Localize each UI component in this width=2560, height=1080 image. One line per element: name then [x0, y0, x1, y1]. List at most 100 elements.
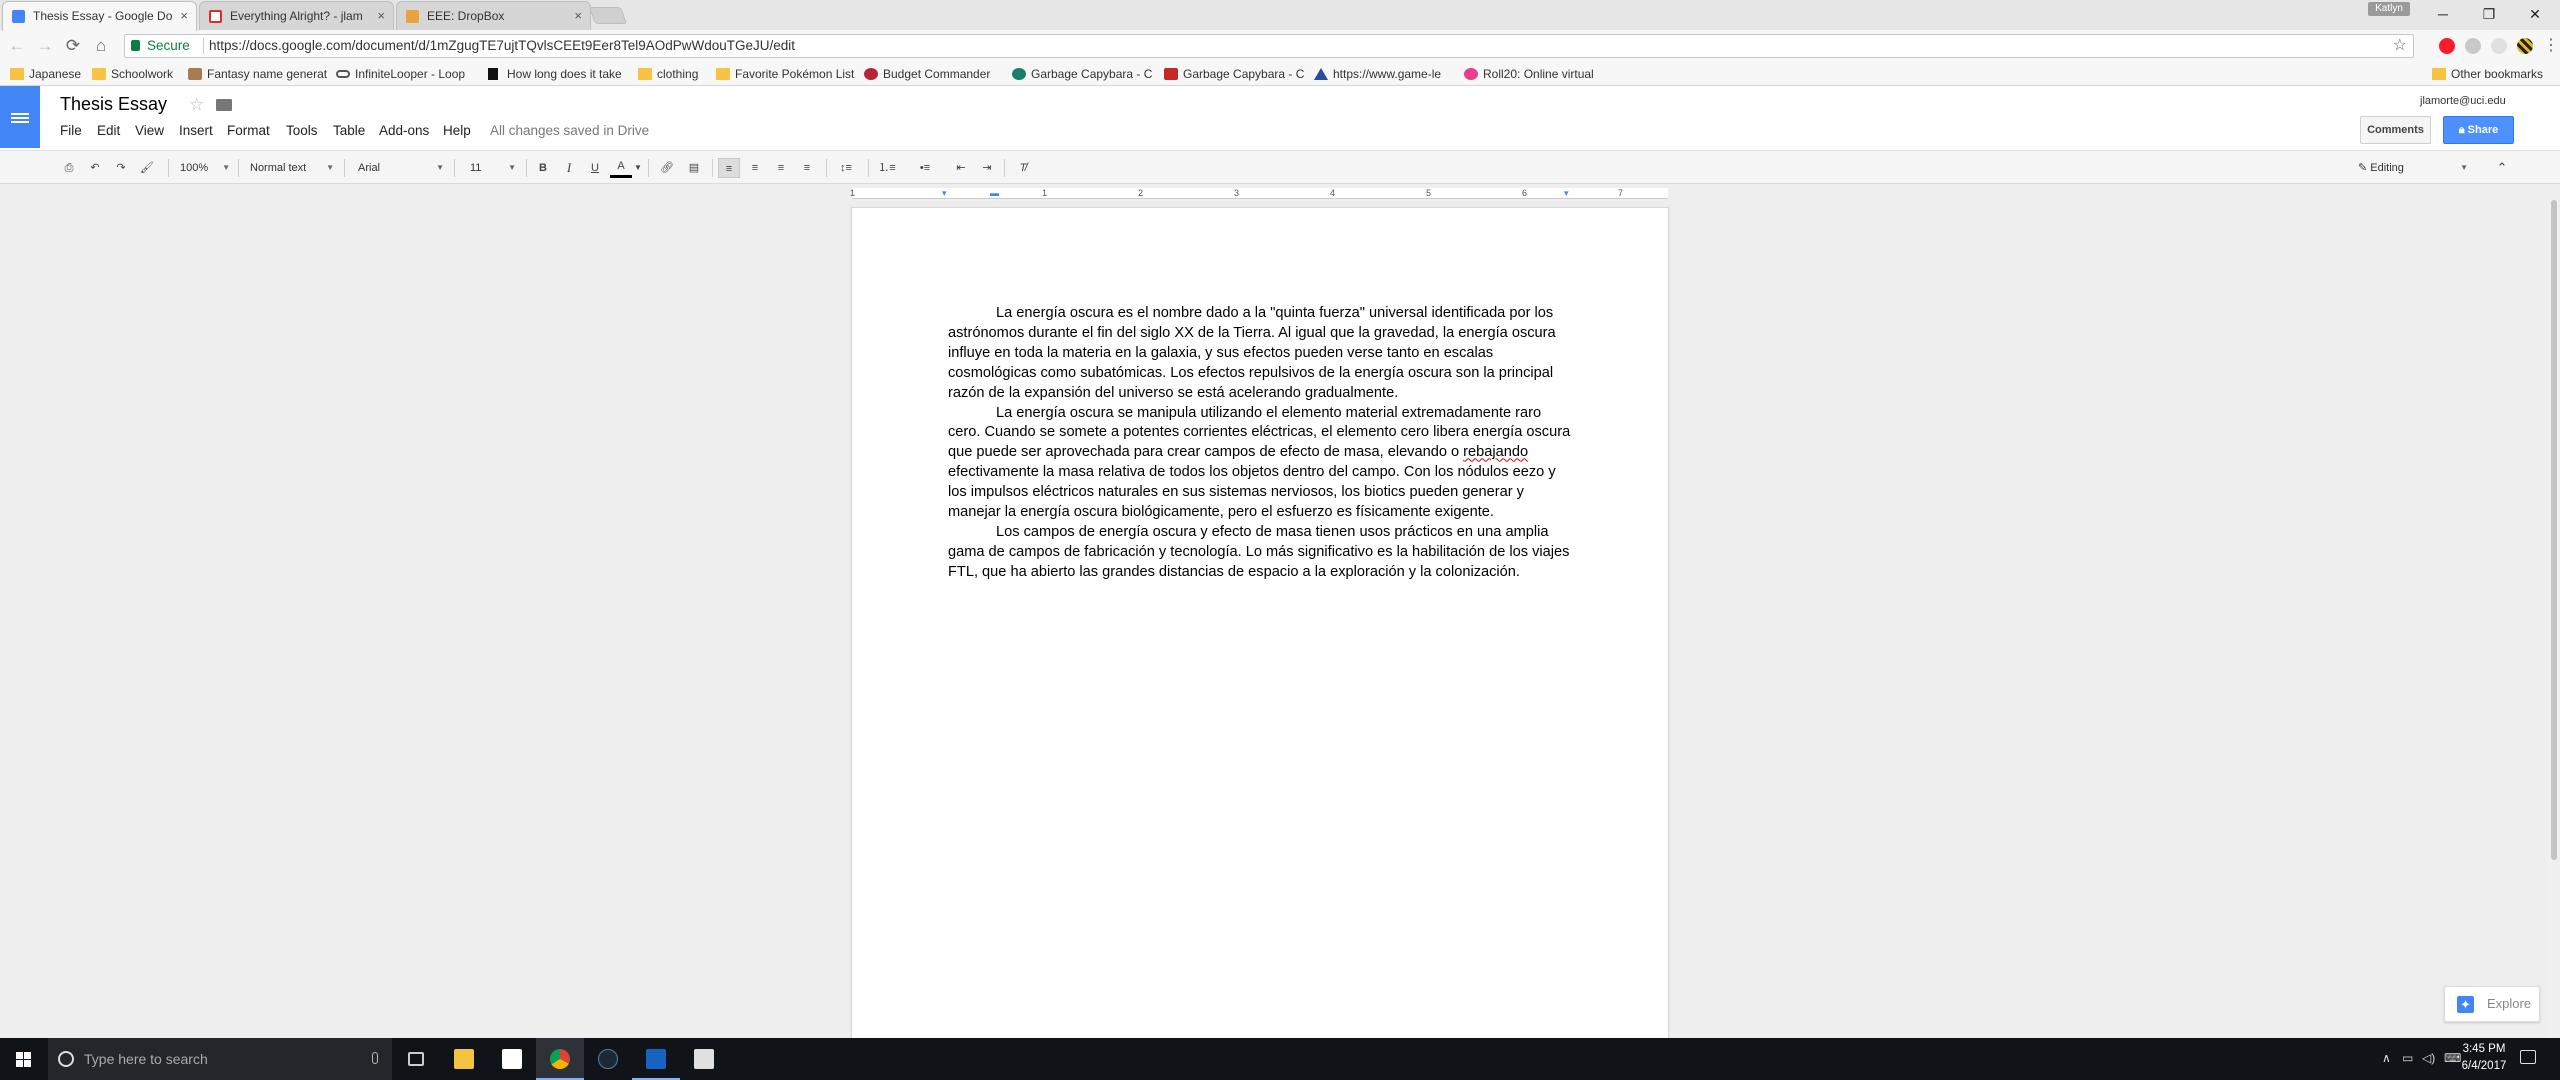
scrollbar-thumb[interactable]: [2551, 200, 2557, 860]
save-status[interactable]: All changes saved in Drive: [490, 123, 649, 138]
striped-extension-icon[interactable]: [2517, 38, 2533, 54]
align-left-icon[interactable]: ≡: [718, 158, 740, 178]
menu-addons[interactable]: Add-ons: [379, 123, 429, 138]
document-page[interactable]: La energía oscura es el nombre dado a la…: [852, 208, 1668, 1038]
ruler[interactable]: 1 ▾ ▬ 1 2 3 4 5 6 ▾ 7: [850, 188, 1668, 199]
bookmark-item[interactable]: Fantasy name generat: [188, 62, 327, 86]
back-button[interactable]: ←: [6, 35, 28, 57]
numbered-list-icon[interactable]: ⒈≡: [874, 158, 900, 178]
clock-date[interactable]: 6/4/2017: [2454, 1060, 2514, 1072]
left-indent-marker[interactable]: ▾: [942, 188, 947, 199]
cloud-extension-icon[interactable]: [2465, 38, 2481, 54]
volume-icon[interactable]: ◁): [2422, 1051, 2435, 1065]
increase-indent-icon[interactable]: ⇥: [976, 158, 998, 178]
misspelled-word[interactable]: rebajando: [1463, 444, 1528, 460]
microphone-icon[interactable]: [372, 1052, 378, 1064]
bookmark-item[interactable]: Schoolwork: [92, 62, 173, 86]
menu-tools[interactable]: Tools: [286, 123, 318, 138]
align-justify-icon[interactable]: ≡: [796, 158, 818, 178]
bookmark-item[interactable]: InfiniteLooper - Loop: [336, 62, 465, 86]
tab-dropbox[interactable]: EEE: DropBox ×: [396, 1, 591, 30]
menu-view[interactable]: View: [135, 123, 164, 138]
document-title[interactable]: Thesis Essay: [60, 94, 167, 115]
align-right-icon[interactable]: ≡: [770, 158, 792, 178]
paragraph[interactable]: La energía oscura es el nombre dado a la…: [948, 304, 1572, 404]
bulleted-list-icon[interactable]: •≡: [912, 158, 938, 178]
scrollbar[interactable]: [2548, 200, 2560, 1038]
tab-gmail[interactable]: Everything Alright? - jlam ×: [199, 1, 394, 30]
extension-icon[interactable]: [2491, 38, 2507, 54]
menu-file[interactable]: File: [60, 123, 82, 138]
right-indent-marker[interactable]: ▾: [1564, 188, 1569, 199]
close-tab-icon[interactable]: ×: [377, 2, 385, 30]
minimize-button[interactable]: ─: [2420, 0, 2466, 28]
start-button[interactable]: [0, 1038, 48, 1080]
network-icon[interactable]: ▭: [2402, 1051, 2413, 1065]
font-select[interactable]: Arial ▼: [358, 158, 444, 178]
bold-button[interactable]: B: [534, 158, 552, 178]
taskbar-photos[interactable]: [680, 1038, 728, 1080]
paragraph[interactable]: La energía oscura se manipula utilizando…: [948, 404, 1572, 523]
taskbar-file-explorer[interactable]: [440, 1038, 488, 1080]
home-button[interactable]: ⌂: [90, 35, 112, 57]
paragraph-style-select[interactable]: Normal text ▼: [250, 158, 334, 178]
clock-time[interactable]: 3:45 PM: [2454, 1043, 2514, 1055]
text-color-button[interactable]: A: [610, 158, 632, 178]
menu-format[interactable]: Format: [227, 123, 270, 138]
other-bookmarks[interactable]: Other bookmarks: [2432, 62, 2543, 86]
new-tab-button[interactable]: [588, 7, 628, 24]
print-icon[interactable]: ⎙: [60, 158, 78, 178]
bookmark-item[interactable]: Garbage Capybara - C: [1012, 62, 1152, 86]
underline-button[interactable]: U: [586, 158, 604, 178]
bookmark-item[interactable]: Budget Commander: [864, 62, 990, 86]
link-icon[interactable]: 🔗︎: [656, 158, 678, 178]
zoom-select[interactable]: 100% ▼: [180, 158, 230, 178]
menu-table[interactable]: Table: [333, 123, 365, 138]
taskbar-steam[interactable]: [584, 1038, 632, 1080]
bookmark-star-icon[interactable]: ☆: [2393, 35, 2407, 57]
user-email[interactable]: jlamorte@uci.edu: [2420, 95, 2506, 107]
address-bar[interactable]: Secure https://docs.google.com/document/…: [124, 34, 2414, 58]
document-body[interactable]: La energía oscura es el nombre dado a la…: [948, 304, 1572, 583]
line-spacing-icon[interactable]: ↕≡: [832, 158, 860, 178]
collapse-icon[interactable]: ⌃: [2492, 158, 2512, 178]
profile-badge[interactable]: Katlyn: [2368, 2, 2410, 16]
align-center-icon[interactable]: ≡: [744, 158, 766, 178]
star-icon[interactable]: ☆: [189, 95, 204, 115]
bookmark-item[interactable]: clothing: [638, 62, 698, 86]
taskbar-store[interactable]: [488, 1038, 536, 1080]
menu-edit[interactable]: Edit: [97, 123, 120, 138]
taskbar-search[interactable]: Type here to search: [48, 1038, 392, 1080]
redo-icon[interactable]: ↷: [112, 158, 130, 178]
italic-button[interactable]: I: [560, 158, 578, 178]
bookmark-item[interactable]: How long does it take: [488, 62, 622, 86]
restore-button[interactable]: ❐: [2466, 0, 2512, 28]
forward-button[interactable]: →: [34, 35, 56, 57]
paint-format-icon[interactable]: 🖌︎: [138, 158, 156, 178]
close-tab-icon[interactable]: ×: [574, 2, 582, 30]
clear-formatting-icon[interactable]: T̸: [1012, 158, 1034, 178]
undo-icon[interactable]: ↶: [86, 158, 104, 178]
taskbar-app[interactable]: [632, 1038, 680, 1080]
folder-icon[interactable]: [216, 99, 232, 111]
tab-thesis-essay[interactable]: Thesis Essay - Google Do ×: [2, 1, 197, 31]
bookmark-item[interactable]: Japanese: [10, 62, 81, 86]
reload-button[interactable]: ⟳: [62, 35, 84, 57]
tray-overflow-icon[interactable]: ∧: [2382, 1051, 2391, 1065]
decrease-indent-icon[interactable]: ⇤: [950, 158, 972, 178]
font-size-select[interactable]: 11 ▼: [470, 158, 516, 178]
comments-button[interactable]: Comments: [2360, 116, 2431, 144]
chevron-down-icon[interactable]: ▼: [634, 158, 642, 178]
menu-help[interactable]: Help: [443, 123, 471, 138]
bookmark-item[interactable]: Roll20: Online virtual: [1464, 62, 1594, 86]
menu-insert[interactable]: Insert: [179, 123, 213, 138]
explore-button[interactable]: ✦ Explore: [2444, 986, 2540, 1022]
bookmark-item[interactable]: https://www.game-le: [1314, 62, 1441, 86]
first-line-indent-marker[interactable]: ▬: [990, 188, 999, 199]
share-button[interactable]: 🔒︎ Share: [2443, 116, 2514, 144]
url-text[interactable]: https://docs.google.com/document/d/1mZgu…: [209, 35, 795, 57]
task-view-button[interactable]: [392, 1038, 440, 1080]
close-tab-icon[interactable]: ×: [180, 2, 188, 30]
close-window-button[interactable]: ✕: [2512, 0, 2558, 28]
editing-mode-select[interactable]: ✎ Editing ▼: [2358, 158, 2468, 178]
